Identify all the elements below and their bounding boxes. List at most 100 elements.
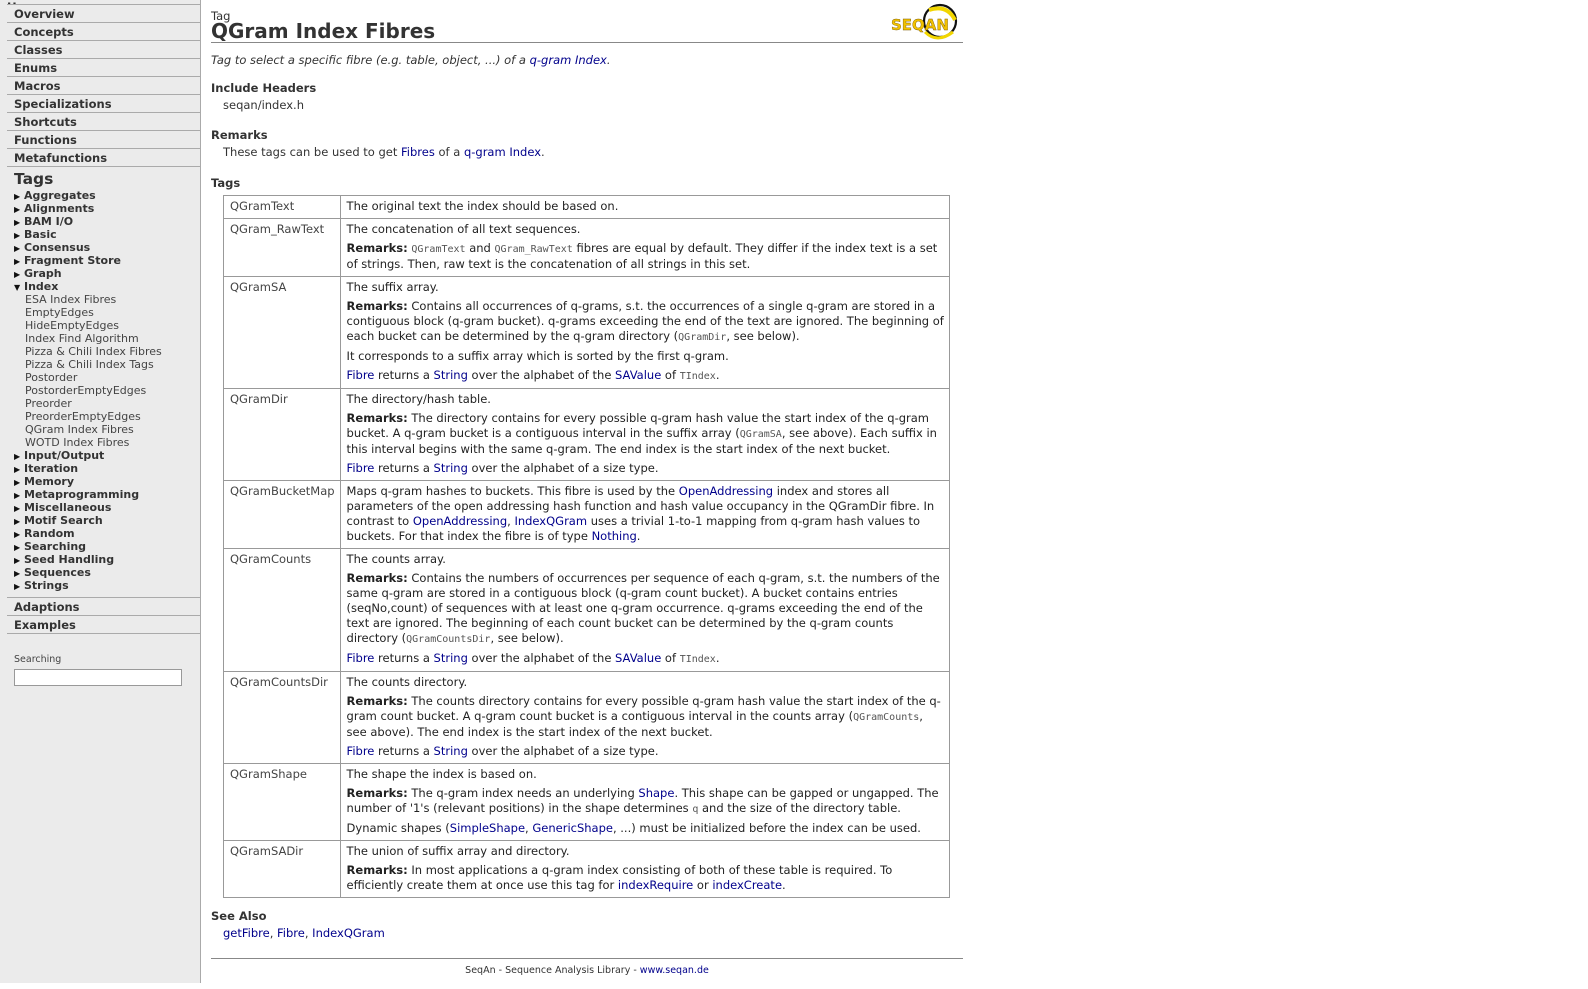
tags-section: Tags ▶ Aggregates ▶ Alignments ▶ BAM I/O ▶ Basi… xyxy=(7,169,200,598)
link-string[interactable]: String xyxy=(434,368,468,382)
text-segment: The q-gram index needs an underlying xyxy=(407,786,639,800)
link-indexcreate[interactable]: indexCreate xyxy=(712,878,782,892)
tags-table-heading: Tags xyxy=(211,176,241,190)
tag-name: QGramCounts xyxy=(223,548,341,672)
link-fibre[interactable]: Fibre xyxy=(347,368,375,382)
link-simpleshape[interactable]: SimpleShape xyxy=(450,821,525,835)
link-savalue[interactable]: SAValue xyxy=(615,651,661,665)
tag-group-memory[interactable]: ▶ Memory xyxy=(14,475,200,488)
index-item-esa-index-fibres[interactable]: ESA Index Fibres xyxy=(25,293,200,306)
tag-group-fragment-store[interactable]: ▶ Fragment Store xyxy=(14,254,200,267)
caret-down-icon: ▼ xyxy=(14,283,21,292)
see-also-getfibre[interactable]: getFibre xyxy=(223,926,270,940)
nav-functions[interactable]: Functions xyxy=(7,131,200,149)
see-also-fibre[interactable]: Fibre xyxy=(277,926,305,940)
remarks-suffix: . xyxy=(541,145,545,159)
tag-description: The original text the index should be ba… xyxy=(339,195,951,219)
link-indexqgram[interactable]: IndexQGram xyxy=(514,514,587,528)
see-also-indexqgram[interactable]: IndexQGram xyxy=(312,926,385,940)
nav-shortcuts[interactable]: Shortcuts xyxy=(7,113,200,131)
index-item-preorder[interactable]: Preorder xyxy=(25,397,200,410)
index-item-wotd-index-fibres[interactable]: WOTD Index Fibres xyxy=(25,436,200,449)
tag-group-basic[interactable]: ▶ Basic xyxy=(14,228,200,241)
nav-specializations[interactable]: Specializations xyxy=(7,95,200,113)
tag-row: QGramText The original text the index sho… xyxy=(223,195,951,219)
tag-group-graph[interactable]: ▶ Graph xyxy=(14,267,200,280)
code-identifier: QGramSA xyxy=(739,429,782,440)
see-also-heading: See Also xyxy=(211,909,267,923)
index-item-postorder[interactable]: Postorder xyxy=(25,371,200,384)
remarks-link-fibres[interactable]: Fibres xyxy=(401,145,435,159)
code-identifier: QGramCountsDir xyxy=(406,634,491,645)
code-identifier: QGramText xyxy=(411,244,466,255)
link-fibre[interactable]: Fibre xyxy=(347,651,375,665)
tag-group-label: Memory xyxy=(24,475,75,488)
link-fibre[interactable]: Fibre xyxy=(347,744,375,758)
text-segment: of xyxy=(661,651,680,665)
tag-group-label: Aggregates xyxy=(24,189,96,202)
tag-group-bam-i-o[interactable]: ▶ BAM I/O xyxy=(14,215,200,228)
summary-link[interactable]: q-gram Index xyxy=(530,53,607,67)
tag-paragraph: Fibre returns a String over the alphabet… xyxy=(347,368,944,384)
link-shape[interactable]: Shape xyxy=(638,786,674,800)
nav-adaptions[interactable]: Adaptions xyxy=(7,598,200,616)
remarks-label: Remarks: xyxy=(346,571,408,585)
link-string[interactable]: String xyxy=(434,744,468,758)
link-string[interactable]: String xyxy=(434,461,468,475)
tag-group-index[interactable]: ▼ Index xyxy=(14,280,200,293)
nav-overview[interactable]: Overview xyxy=(7,5,200,23)
tag-group-searching[interactable]: ▶ Searching xyxy=(14,540,200,553)
tag-group-seed-handling[interactable]: ▶ Seed Handling xyxy=(14,553,200,566)
index-item-index-find-algorithm[interactable]: Index Find Algorithm xyxy=(25,332,200,345)
link-savalue[interactable]: SAValue xyxy=(615,368,661,382)
tag-paragraph: Maps q-gram hashes to buckets. This fibr… xyxy=(347,484,944,544)
remarks-label: Remarks: xyxy=(346,863,408,877)
link-nothing[interactable]: Nothing xyxy=(592,529,637,543)
text-segment: . xyxy=(715,651,720,665)
search-input[interactable] xyxy=(14,669,182,686)
tag-group-random[interactable]: ▶ Random xyxy=(14,527,200,540)
remarks-link-index[interactable]: q-gram Index xyxy=(464,145,541,159)
link-indexrequire[interactable]: indexRequire xyxy=(618,878,693,892)
link-openaddressing[interactable]: OpenAddressing xyxy=(679,484,773,498)
footer-link[interactable]: www.seqan.de xyxy=(640,965,709,976)
tag-group-metaprogramming[interactable]: ▶ Metaprogramming xyxy=(14,488,200,501)
tag-group-consensus[interactable]: ▶ Consensus xyxy=(14,241,200,254)
tag-paragraph: Fibre returns a String over the alphabet… xyxy=(347,651,944,667)
link-genericshape[interactable]: GenericShape xyxy=(532,821,613,835)
index-item-pizza-chili-index-fibres[interactable]: Pizza & Chili Index Fibres xyxy=(25,345,200,358)
tag-paragraph: The shape the index is based on. xyxy=(347,767,944,782)
tag-group-aggregates[interactable]: ▶ Aggregates xyxy=(14,189,200,202)
tag-group-label: Motif Search xyxy=(24,514,103,527)
tag-group-strings[interactable]: ▶ Strings xyxy=(14,579,200,592)
index-item-preorderemptyedges[interactable]: PreorderEmptyEdges xyxy=(25,410,200,423)
nav-metafunctions[interactable]: Metafunctions xyxy=(7,149,200,167)
link-string[interactable]: String xyxy=(434,651,468,665)
index-item-pizza-chili-index-tags[interactable]: Pizza & Chili Index Tags xyxy=(25,358,200,371)
tag-group-miscellaneous[interactable]: ▶ Miscellaneous xyxy=(14,501,200,514)
tag-name: QGramSA xyxy=(223,276,341,389)
tag-group-sequences[interactable]: ▶ Sequences xyxy=(14,566,200,579)
text-segment: The counts directory contains for every … xyxy=(346,694,941,723)
tag-group-iteration[interactable]: ▶ Iteration xyxy=(14,462,200,475)
nav-macros[interactable]: Macros xyxy=(7,77,200,95)
tag-group-motif-search[interactable]: ▶ Motif Search xyxy=(14,514,200,527)
text-segment: . xyxy=(715,368,720,382)
link-fibre[interactable]: Fibre xyxy=(347,461,375,475)
tag-group-input-output[interactable]: ▶ Input/Output xyxy=(14,449,200,462)
nav-enums[interactable]: Enums xyxy=(7,59,200,77)
nav-concepts[interactable]: Concepts xyxy=(7,23,200,41)
index-item-hideemptyedges[interactable]: HideEmptyEdges xyxy=(25,319,200,332)
link-openaddressing[interactable]: OpenAddressing xyxy=(413,514,507,528)
nav-examples[interactable]: Examples xyxy=(7,616,200,634)
include-value: seqan/index.h xyxy=(223,98,304,112)
text-segment: over the alphabet of the xyxy=(467,651,616,665)
seqan-logo[interactable]: SEQAN xyxy=(889,2,961,44)
remarks-label: Remarks: xyxy=(346,694,408,708)
tags-heading[interactable]: Tags xyxy=(14,169,200,189)
nav-classes[interactable]: Classes xyxy=(7,41,200,59)
index-item-emptyedges[interactable]: EmptyEdges xyxy=(25,306,200,319)
tag-group-alignments[interactable]: ▶ Alignments xyxy=(14,202,200,215)
index-item-qgram-index-fibres[interactable]: QGram Index Fibres xyxy=(25,423,200,436)
index-item-postorderemptyedges[interactable]: PostorderEmptyEdges xyxy=(25,384,200,397)
